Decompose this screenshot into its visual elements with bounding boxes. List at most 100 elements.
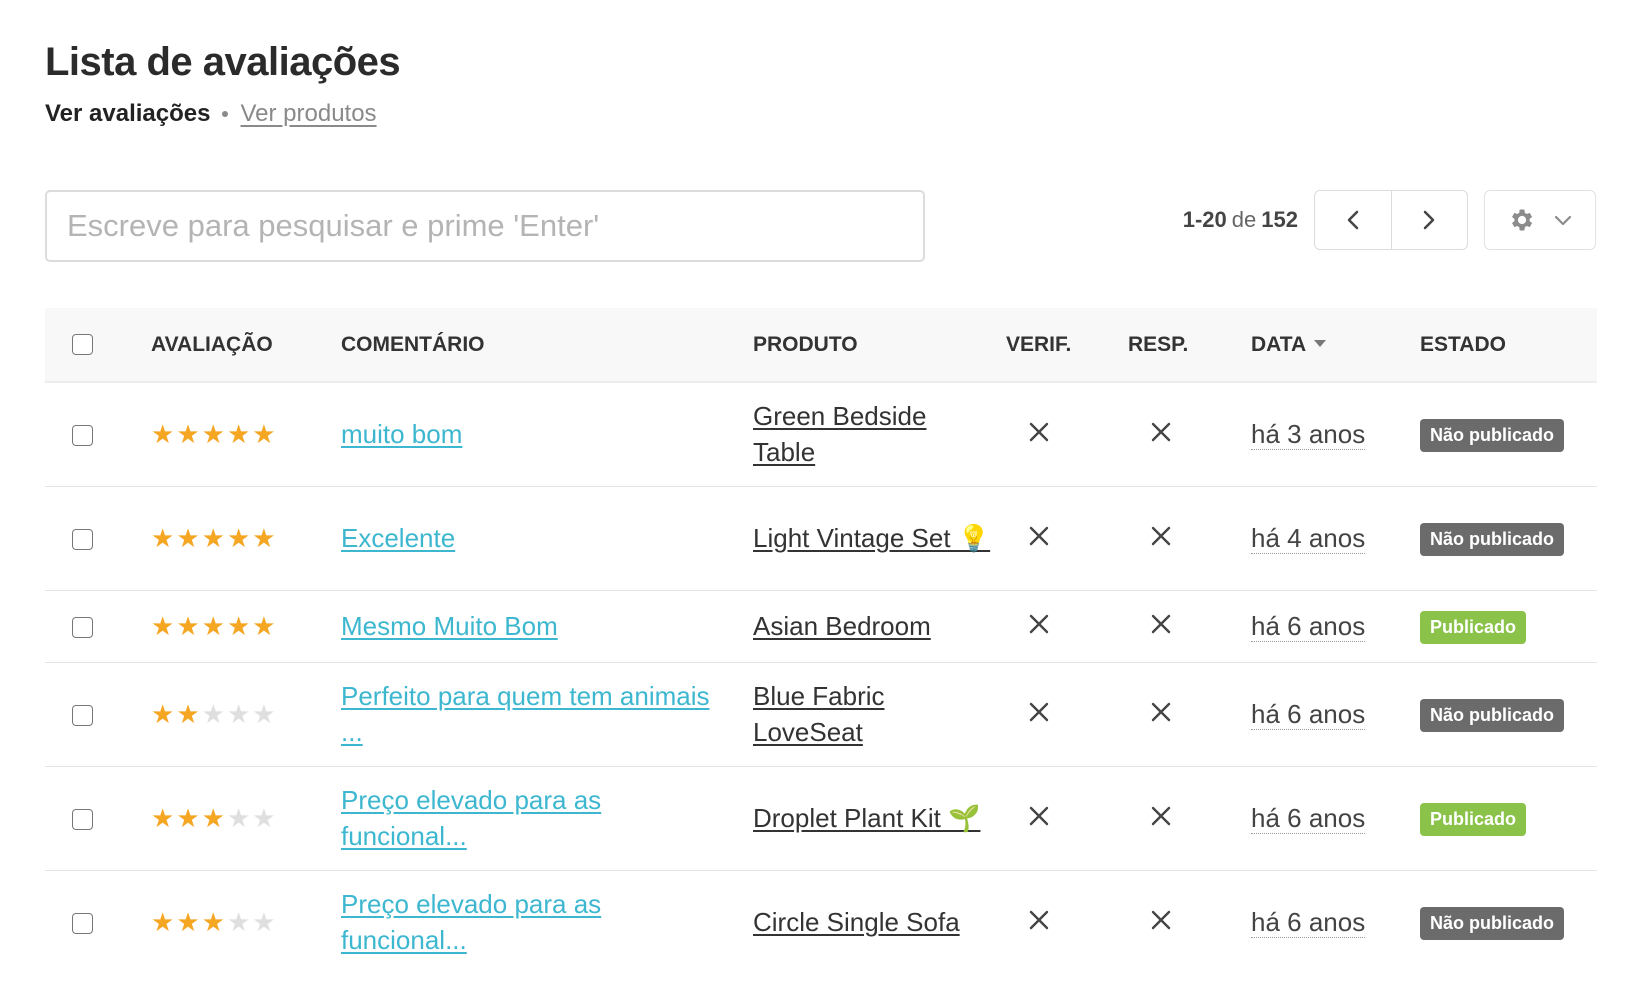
verified-cell — [1006, 662, 1128, 767]
close-icon — [1028, 907, 1050, 938]
star-filled-icon: ★ — [151, 699, 175, 729]
nav-products-link[interactable]: Ver produtos — [240, 100, 376, 128]
chevron-right-icon — [1424, 210, 1435, 230]
row-select-cell — [45, 662, 151, 767]
verified-cell — [1006, 486, 1128, 591]
replied-cell — [1128, 590, 1251, 663]
star-filled-icon: ★ — [226, 523, 251, 553]
column-header-status[interactable]: ESTADO — [1420, 308, 1597, 383]
row-checkbox[interactable] — [72, 529, 93, 551]
table-row[interactable]: ★ ★ ★ ★ ★ Excelente Light Vintage Set 💡 há 4 an… — [45, 486, 1597, 591]
table-row[interactable]: ★ ★ ★ ★ ★ Preço elevado para as funcional... C… — [45, 870, 1597, 974]
column-header-product[interactable]: PRODUTO — [753, 308, 1006, 383]
review-comment-link[interactable]: Mesmo Muito Bom — [341, 608, 753, 644]
close-icon — [1028, 803, 1050, 834]
select-all-checkbox[interactable] — [72, 334, 93, 356]
row-select-cell — [45, 870, 151, 974]
column-header-comment[interactable]: COMENTÁRIO — [341, 308, 753, 383]
next-page-button[interactable] — [1390, 191, 1468, 249]
row-checkbox[interactable] — [72, 913, 93, 935]
review-comment-link[interactable]: Preço elevado para as funcional... — [341, 782, 753, 854]
review-comment-link[interactable]: muito bom — [341, 416, 753, 452]
column-header-date[interactable]: DATA — [1251, 308, 1420, 383]
star-rating: ★ ★ ★ ★ ★ — [151, 909, 341, 935]
star-filled-icon: ★ — [201, 907, 225, 938]
star-empty-icon: ★ — [201, 699, 225, 729]
row-select-cell — [45, 766, 151, 871]
status-cell: Não publicado — [1420, 382, 1597, 487]
star-rating: ★ ★ ★ ★ ★ — [151, 701, 341, 727]
comment-cell: Preço elevado para as funcional... — [341, 870, 753, 974]
status-cell: Não publicado — [1420, 870, 1597, 974]
review-comment-link[interactable]: Excelente — [341, 520, 753, 556]
column-header-rating[interactable]: AVALIAÇÃO — [151, 308, 341, 383]
product-link[interactable]: Blue Fabric LoveSeat — [753, 678, 1006, 750]
reviews-table: AVALIAÇÃO COMENTÁRIO PRODUTO VERIF. RESP… — [45, 308, 1597, 974]
star-filled-icon: ★ — [252, 523, 276, 553]
page-title: Lista de avaliações — [45, 40, 401, 84]
close-icon — [1150, 419, 1172, 450]
review-comment-link[interactable]: Preço elevado para as funcional... — [341, 886, 753, 958]
chevron-down-icon — [1554, 215, 1572, 226]
star-filled-icon: ★ — [252, 611, 276, 641]
product-link[interactable]: Circle Single Sofa — [753, 904, 1006, 940]
product-cell: Green Bedside Table — [753, 382, 1006, 487]
table-row[interactable]: ★ ★ ★ ★ ★ muito bom Green Bedside Table há 3 an… — [45, 382, 1597, 487]
date-cell: há 6 anos — [1251, 870, 1420, 974]
rating-cell: ★ ★ ★ ★ ★ — [151, 870, 341, 974]
product-link[interactable]: Light Vintage Set 💡 — [753, 520, 1006, 556]
rating-cell: ★ ★ ★ ★ ★ — [151, 766, 341, 871]
table-row[interactable]: ★ ★ ★ ★ ★ Mesmo Muito Bom Asian Bedroom há 6 an… — [45, 590, 1597, 663]
status-badge: Não publicado — [1420, 418, 1565, 452]
product-link[interactable]: Asian Bedroom — [753, 608, 1006, 644]
star-empty-icon: ★ — [226, 699, 251, 729]
close-icon — [1028, 419, 1050, 450]
date-cell: há 6 anos — [1251, 590, 1420, 663]
table-row[interactable]: ★ ★ ★ ★ ★ Preço elevado para as funcional... D… — [45, 766, 1597, 871]
row-checkbox[interactable] — [72, 425, 93, 447]
close-icon — [1028, 699, 1050, 730]
product-cell: Droplet Plant Kit 🌱 — [753, 766, 1006, 871]
status-badge: Publicado — [1420, 802, 1527, 836]
star-filled-icon: ★ — [176, 803, 200, 833]
star-rating: ★ ★ ★ ★ ★ — [151, 613, 341, 639]
column-header-verified[interactable]: VERIF. — [1006, 308, 1128, 383]
status-cell: Publicado — [1420, 590, 1597, 663]
column-header-replied[interactable]: RESP. — [1128, 308, 1251, 383]
table-row[interactable]: ★ ★ ★ ★ ★ Perfeito para quem tem animais ... B… — [45, 662, 1597, 767]
select-all-cell — [45, 308, 151, 383]
replied-cell — [1128, 486, 1251, 591]
star-filled-icon: ★ — [151, 803, 175, 833]
rating-cell: ★ ★ ★ ★ ★ — [151, 590, 341, 663]
settings-dropdown-button[interactable] — [1484, 190, 1596, 250]
product-cell: Blue Fabric LoveSeat — [753, 662, 1006, 767]
product-link[interactable]: Droplet Plant Kit 🌱 — [753, 800, 1006, 836]
star-rating: ★ ★ ★ ★ ★ — [151, 421, 341, 447]
status-badge: Não publicado — [1420, 906, 1565, 940]
row-checkbox[interactable] — [72, 617, 93, 639]
date-cell: há 6 anos — [1251, 766, 1420, 871]
review-date: há 3 anos — [1251, 418, 1366, 450]
rating-cell: ★ ★ ★ ★ ★ — [151, 662, 341, 767]
star-empty-icon: ★ — [226, 803, 251, 833]
date-cell: há 3 anos — [1251, 382, 1420, 487]
chevron-left-icon — [1347, 210, 1358, 230]
row-checkbox[interactable] — [72, 809, 93, 831]
star-filled-icon: ★ — [201, 523, 225, 553]
pagination-total: 152 — [1261, 207, 1298, 232]
date-cell: há 4 anos — [1251, 486, 1420, 591]
status-cell: Não publicado — [1420, 486, 1597, 591]
review-date: há 6 anos — [1251, 610, 1366, 642]
prev-page-button[interactable] — [1315, 191, 1391, 249]
row-checkbox[interactable] — [72, 705, 93, 727]
star-filled-icon: ★ — [176, 611, 200, 641]
product-link[interactable]: Green Bedside Table — [753, 398, 1006, 470]
review-comment-link[interactable]: Perfeito para quem tem animais ... — [341, 678, 753, 750]
close-icon — [1028, 523, 1050, 554]
close-icon — [1150, 611, 1172, 642]
status-badge: Publicado — [1420, 610, 1527, 644]
star-filled-icon: ★ — [252, 419, 276, 450]
search-input[interactable] — [45, 190, 925, 262]
star-filled-icon: ★ — [201, 419, 225, 450]
verified-cell — [1006, 766, 1128, 871]
